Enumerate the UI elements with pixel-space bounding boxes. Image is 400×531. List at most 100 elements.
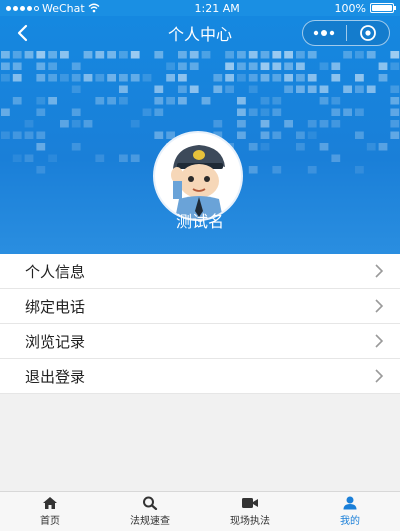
user-name: 测试名 [175,212,224,231]
menu-item-bind-phone[interactable]: 绑定电话 [0,289,400,324]
pixel-block [237,131,246,139]
pixel-block [36,97,46,105]
pixel-block [366,85,376,93]
pixel-block [189,85,199,93]
pixel-block [237,62,246,70]
pixel-block [331,74,341,82]
pixel-block [1,62,10,70]
pixel-block [307,51,317,59]
pixel-block [296,74,305,82]
pixel-block [189,62,199,70]
pixel-block [296,143,305,151]
pixel-block [272,51,282,59]
pixel-block [119,51,128,59]
more-button[interactable] [303,21,346,45]
pixel-block [390,108,400,116]
pixel-block [390,97,400,105]
pixel-block [107,74,116,82]
menu-item-logout[interactable]: 退出登录 [0,359,400,394]
pixel-block [284,120,293,128]
pixel-block [284,51,293,59]
chevron-right-icon [375,334,384,348]
tab-regulations-search[interactable]: 法规速查 [100,492,200,531]
pixel-block [319,85,329,93]
pixel-block [142,74,152,82]
pixel-block [119,154,128,162]
pixel-block [260,51,270,59]
wifi-icon [88,3,100,13]
pixel-block [95,154,105,162]
pixel-block [319,143,329,151]
pixel-block [71,120,81,128]
back-button[interactable] [10,22,34,44]
pixel-block [83,51,93,59]
pixel-block [71,62,81,70]
pixel-block [343,108,352,116]
pixel-block [319,97,329,105]
pixel-block [36,51,46,59]
pixel-block [272,74,282,82]
pixel-block [237,108,246,116]
pixel-block [248,143,258,151]
pixel-block [107,97,116,105]
pixel-block [60,120,69,128]
pixel-block [60,74,69,82]
pixel-block [119,85,128,93]
pixel-block [36,62,46,70]
pixel-block [307,131,317,139]
pixel-block [378,62,388,70]
pixel-block [355,51,364,59]
pixel-block [83,120,93,128]
pixel-block [248,51,258,59]
tab-field-enforcement[interactable]: 现场执法 [200,492,300,531]
pixel-block [178,97,187,105]
menu-item-profile-info[interactable]: 个人信息 [0,254,400,289]
tab-mine[interactable]: 我的 [300,492,400,531]
pixel-block [272,97,282,105]
battery-icon [369,3,396,13]
pixel-block [36,108,46,116]
pixel-block [296,62,305,70]
pixel-block [284,74,293,82]
pixel-block [95,97,105,105]
pixel-block [343,51,352,59]
pixel-block [355,131,364,139]
pixel-block [355,85,364,93]
pixel-block [248,74,258,82]
menu-item-label: 绑定电话 [25,297,86,316]
pixel-block [331,120,341,128]
menu-item-browse-history[interactable]: 浏览记录 [0,324,400,359]
menu-item-label: 退出登录 [25,367,86,386]
close-button[interactable] [347,21,390,45]
target-circle-icon [359,25,376,41]
pixel-block [130,120,140,128]
pixel-block [154,108,164,116]
more-dots-icon [314,30,335,36]
pixel-block [355,74,364,82]
pixel-block [378,74,388,82]
chevron-right-icon [375,264,384,278]
pixel-block [60,51,69,59]
pixel-block [225,62,234,70]
tab-label: 首页 [40,516,60,527]
pixel-block [48,51,57,59]
pixel-block [296,51,305,59]
settings-menu: 个人信息 绑定电话 浏览记录 退出登录 [0,254,400,394]
pixel-block [237,51,246,59]
status-left: WeChat [6,2,100,15]
pixel-block [213,85,223,93]
pixel-block [272,166,282,174]
pixel-block [331,154,341,162]
pixel-block [272,131,282,139]
pixel-block [378,143,388,151]
pixel-block [119,74,128,82]
pixel-block [178,85,187,93]
pixel-block [166,62,175,70]
pixel-block [390,62,400,70]
tab-home[interactable]: 首页 [0,492,100,531]
user-icon [343,496,357,510]
pixel-block [355,108,364,116]
menu-item-label: 浏览记录 [25,332,86,351]
pixel-block [260,143,270,151]
pixel-block [201,97,211,105]
